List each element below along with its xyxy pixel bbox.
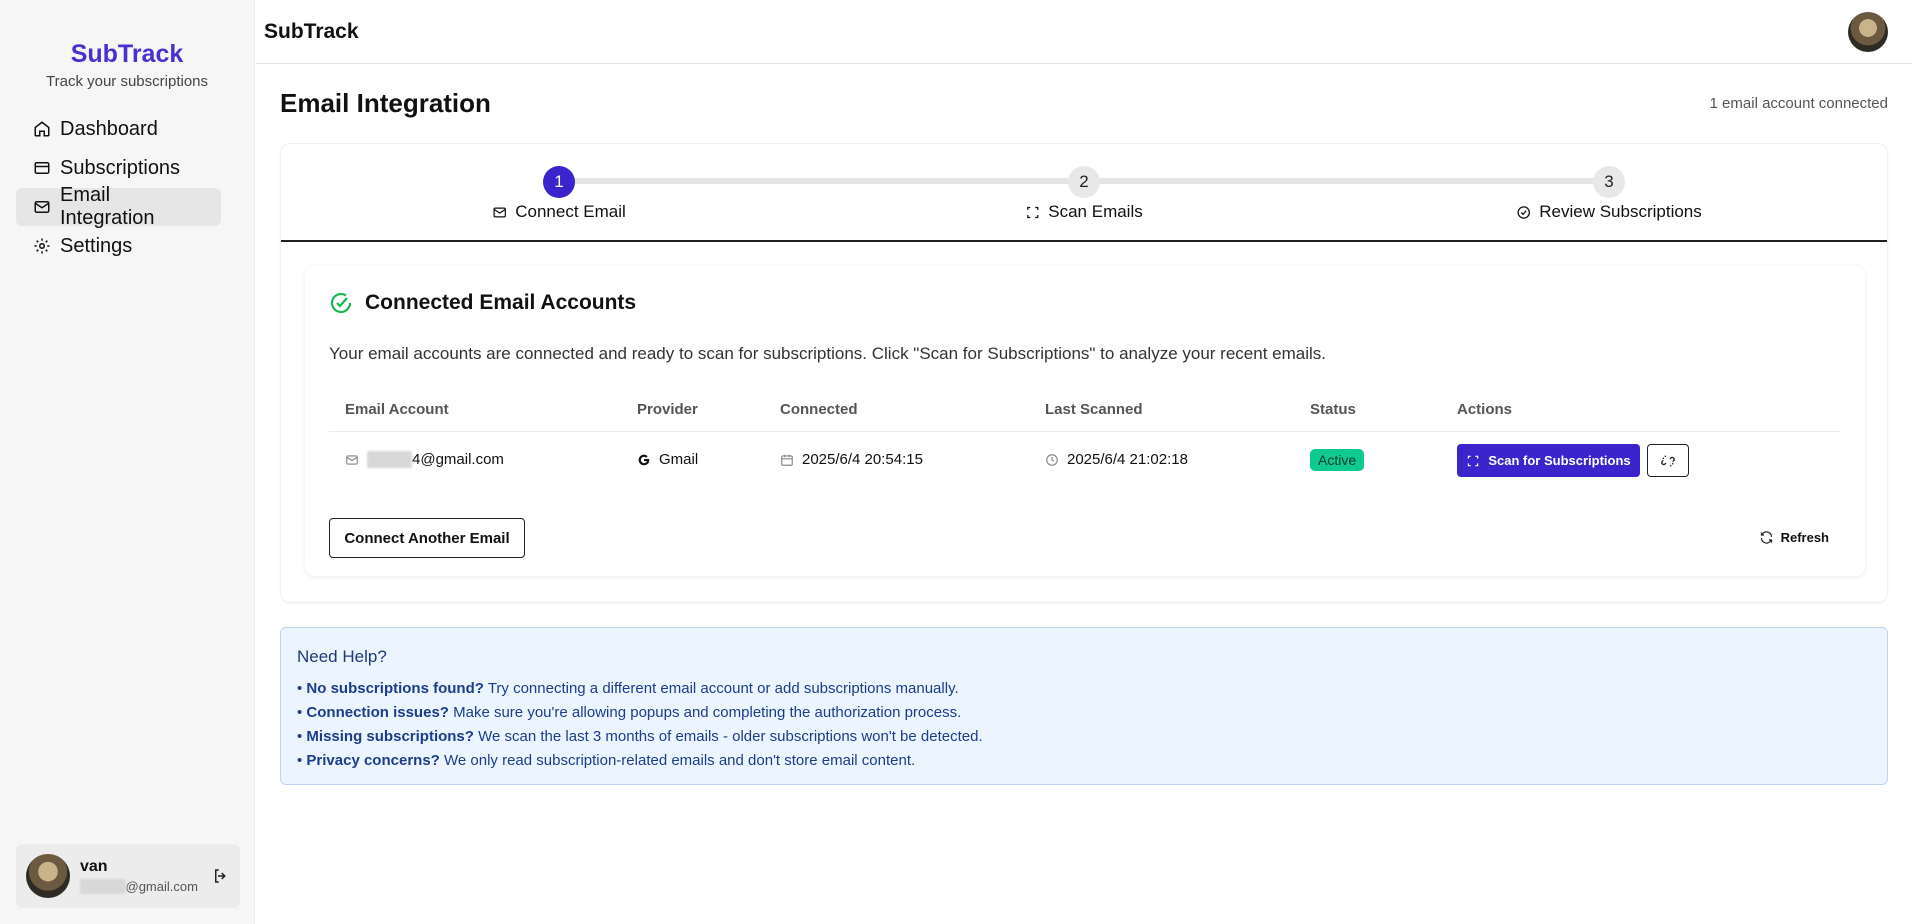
column-header: Actions [1457,401,1513,418]
refresh-label: Refresh [1780,530,1829,545]
accounts-table: Email Account Provider Connected Last Sc… [329,388,1841,488]
user-card: van xxxxxxx@gmail.com [16,844,240,908]
connected-count: 1 email account connected [1709,95,1888,112]
card-description: Your email accounts are connected and re… [329,344,1326,363]
column-header: Status [1310,401,1356,418]
help-item-text: Make sure you're allowing popups and com… [448,704,962,721]
help-item-title: Connection issues? [306,704,449,721]
step-1-circle[interactable]: 1 [543,166,575,198]
stepper: 1 2 3 Connect Email Scan Emails Review S… [281,144,1887,242]
column-header: Provider [637,401,698,418]
home-icon [34,121,50,137]
help-item-title: No subscriptions found? [306,680,484,697]
calendar-icon [781,454,793,466]
refresh-button[interactable]: Refresh [1759,530,1829,545]
step-2-circle[interactable]: 2 [1068,166,1100,198]
table-row: xxxxxx4@gmail.com Gmail 2025/6/4 20:54:1… [329,432,1841,488]
email-address: 4@gmail.com [412,451,504,468]
status-badge: Active [1310,449,1365,471]
column-header: Connected [780,401,858,418]
last-scanned-cell: 2025/6/4 21:02:18 [1045,451,1188,468]
table-header: Email Account Provider Connected Last Sc… [329,388,1841,432]
help-item: • Missing subscriptions? We scan the las… [297,728,983,745]
help-item-text: We only read subscription-related emails… [439,752,916,769]
user-name: van [80,858,108,875]
step-2-label[interactable]: Scan Emails [1025,202,1143,222]
user-info: van xxxxxxx@gmail.com [80,858,212,894]
avatar[interactable] [1848,12,1888,52]
sidebar-item-label: Subscriptions [60,156,181,179]
last-scanned-date: 2025/6/4 21:02:18 [1067,451,1188,468]
mail-icon [493,207,506,217]
step-3-circle[interactable]: 3 [1593,166,1625,198]
check-circle-icon [330,292,352,314]
sidebar-item-label: Email Integration [60,184,155,229]
card-title: Connected Email Accounts [365,291,637,314]
email-cell: xxxxxx4@gmail.com [345,451,504,468]
help-item: • No subscriptions found? Try connecting… [297,680,959,697]
step-1-label[interactable]: Connect Email [492,202,626,222]
brand: SubTrack Track your subscriptions [0,0,254,90]
sidebar-item-subscriptions[interactable]: Subscriptions [16,149,221,187]
help-item-title: Missing subscriptions? [306,728,474,745]
sidebar-item-dashboard[interactable]: Dashboard [16,110,221,148]
column-header: Email Account [345,401,449,418]
step-label-text: Review Subscriptions [1539,202,1702,221]
topbar: SubTrack [256,0,1912,64]
gear-icon [34,238,50,254]
user-email-suffix: @gmail.com [125,879,198,894]
card-icon [34,162,50,174]
avatar[interactable] [26,854,70,898]
help-item-title: Privacy concerns? [306,752,440,769]
unlink-icon [1661,455,1675,466]
user-email: xxxxxxx@gmail.com [80,879,212,894]
logout-icon[interactable] [212,867,230,885]
connected-cell: 2025/6/4 20:54:15 [780,451,923,468]
sidebar-item-settings[interactable]: Settings [16,227,221,265]
scan-icon [1027,206,1039,218]
scan-for-subscriptions-button[interactable]: Scan for Subscriptions [1457,444,1640,477]
help-title: Need Help? [297,647,387,666]
brand-title[interactable]: SubTrack [0,40,254,69]
integration-card: 1 2 3 Connect Email Scan Emails Review S… [280,143,1888,603]
connected-accounts-card: Connected Email Accounts Your email acco… [305,266,1865,576]
topbar-title: SubTrack [264,19,359,43]
help-item-text: Try connecting a different email account… [483,680,959,697]
step-label-text: Connect Email [515,202,626,221]
page-title: Email Integration [280,88,491,118]
help-item: • Connection issues? Make sure you're al… [297,704,962,721]
connect-another-email-button[interactable]: Connect Another Email [329,518,525,558]
redacted-text: xxxxxx [367,451,412,468]
button-label: Scan for Subscriptions [1488,453,1631,468]
sidebar-item-label: Settings [60,234,133,257]
redacted-text: xxxxxxx [80,879,126,894]
provider-name: Gmail [659,451,699,468]
provider-cell: Gmail [637,451,698,468]
brand-tagline: Track your subscriptions [46,73,208,90]
sidebar-nav: Dashboard Subscriptions Email Integratio… [0,110,254,265]
clock-icon [1046,453,1058,466]
card-header: Connected Email Accounts [329,291,636,315]
help-item: • Privacy concerns? We only read subscri… [297,752,916,769]
mail-icon [34,201,50,213]
sidebar-item-email-integration[interactable]: Email Integration [16,184,221,229]
scan-icon [1468,455,1479,466]
step-label-text: Scan Emails [1048,202,1143,221]
column-header: Last Scanned [1045,401,1143,418]
disconnect-button[interactable] [1647,444,1689,477]
connected-date: 2025/6/4 20:54:15 [802,451,923,468]
google-icon [638,454,650,465]
mail-icon [346,454,358,465]
help-panel: Need Help? • No subscriptions found? Try… [280,627,1888,785]
refresh-icon [1760,531,1772,544]
step-3-label[interactable]: Review Subscriptions [1516,202,1702,222]
sidebar-item-label: Dashboard [60,117,158,140]
help-item-text: We scan the last 3 months of emails - ol… [473,728,983,745]
sidebar: SubTrack Track your subscriptions Dashbo… [0,0,255,924]
check-circle-icon [1517,205,1530,219]
